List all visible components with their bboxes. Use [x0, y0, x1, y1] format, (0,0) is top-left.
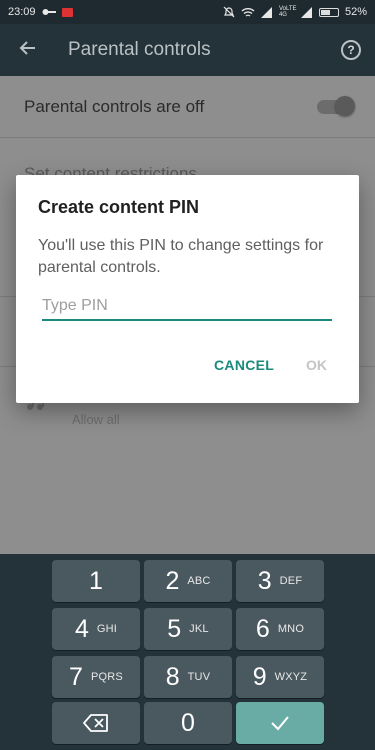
key-letters: WXYZ: [274, 671, 308, 683]
key-digit: 9: [252, 662, 267, 691]
key-digit: 4: [74, 614, 89, 643]
key-8[interactable]: 8 TUV: [144, 656, 232, 698]
backspace-icon: [83, 714, 108, 732]
wifi-icon: [241, 7, 255, 17]
arrow-back-icon[interactable]: [0, 37, 56, 63]
numeric-keypad: 1 2 ABC 3 DEF 4 GHI 5 JKL 6 MNO 7 PQRS 8 TUV 9W…: [0, 554, 375, 750]
help-circle-icon[interactable]: ?: [341, 40, 361, 60]
key-letters: JKL: [189, 623, 209, 635]
pin-input[interactable]: [42, 293, 332, 321]
key-2[interactable]: 2 ABC: [144, 560, 232, 602]
key-5[interactable]: 5 JKL: [144, 608, 232, 650]
key-letters: DEF: [279, 575, 303, 587]
key-digit: 2: [165, 566, 180, 595]
parental-controls-row[interactable]: Parental controls are off: [0, 76, 375, 138]
notification-icon: [61, 7, 73, 17]
app-toolbar: Parental controls ?: [0, 24, 375, 76]
key-1[interactable]: 1: [52, 560, 140, 602]
key-digit: 7: [69, 662, 83, 691]
key-letters: PQRS: [90, 671, 123, 683]
key-4[interactable]: 4 GHI: [52, 608, 140, 650]
key-3[interactable]: 3 DEF: [236, 560, 324, 602]
signal-icon: [260, 6, 272, 18]
mute-icon: [223, 6, 235, 18]
ok-button[interactable]: OK: [306, 353, 327, 377]
key-digit: 3: [257, 566, 272, 595]
key-icon: [42, 9, 56, 15]
key-letters: TUV: [187, 671, 211, 683]
key-letters: GHI: [96, 623, 118, 635]
parental-toggle[interactable]: [317, 95, 355, 116]
check-icon: [271, 716, 289, 731]
create-pin-dialog: Create content PIN You'll use this PIN t…: [16, 175, 359, 403]
status-bar: 23:09 VoLTE 4G 52%: [0, 0, 375, 24]
page-title: Parental controls: [68, 39, 211, 60]
network-label: VoLTE 4G: [278, 6, 297, 18]
key-7[interactable]: 7 PQRS: [52, 656, 140, 698]
status-time: 23:09: [8, 6, 36, 18]
key-letters: ABC: [187, 575, 211, 587]
allow-all-label: Allow all: [72, 412, 120, 427]
key-digit: 8: [165, 662, 180, 691]
dialog-title: Create content PIN: [38, 197, 200, 217]
key-0[interactable]: 0: [144, 702, 232, 744]
key-9[interactable]: 9 WXYZ: [236, 656, 324, 698]
key-digit: 0: [181, 708, 195, 737]
key-digit: 1: [89, 566, 103, 595]
key-letters: MNO: [277, 623, 305, 635]
battery-icon: [318, 7, 339, 17]
dialog-message: You'll use this PIN to change settings f…: [38, 237, 324, 276]
key-6[interactable]: 6 MNO: [236, 608, 324, 650]
signal-icon: [300, 6, 312, 18]
key-digit: 6: [255, 614, 270, 643]
done-key[interactable]: [236, 702, 324, 744]
battery-level: 52%: [344, 6, 367, 18]
cancel-button[interactable]: CANCEL: [214, 353, 274, 377]
delete-key[interactable]: [52, 702, 140, 744]
parental-controls-status: Parental controls are off: [24, 96, 205, 116]
key-digit: 5: [167, 614, 182, 643]
